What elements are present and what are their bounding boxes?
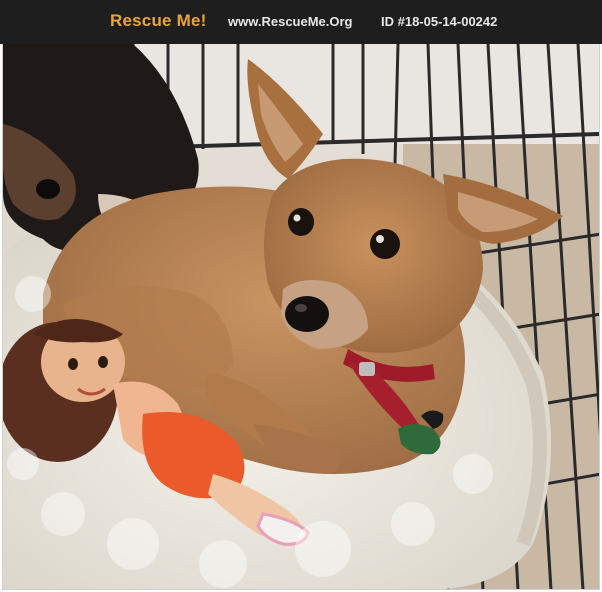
site-url[interactable]: www.RescueMe.Org [228,14,353,29]
pet-id: ID #18-05-14-00242 [381,14,498,29]
listing-frame: Rescue Me! www.RescueMe.Org ID #18-05-14… [0,0,602,592]
brand-logo-text[interactable]: Rescue Me! [110,11,206,31]
pet-photo-illustration [3,44,599,589]
pet-photo [2,44,600,590]
header-bar: Rescue Me! www.RescueMe.Org ID #18-05-14… [0,0,602,44]
